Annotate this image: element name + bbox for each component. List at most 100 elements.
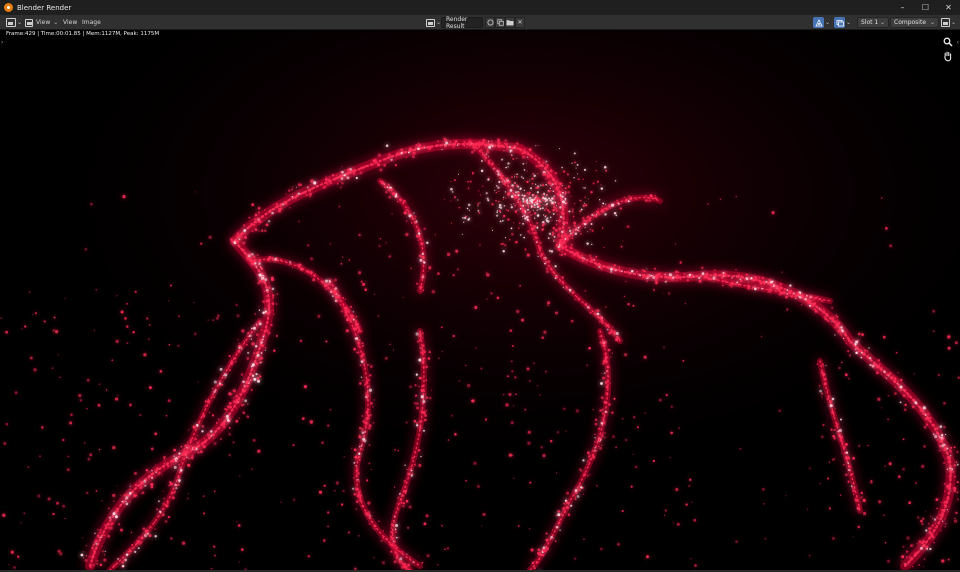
- particle: [246, 357, 250, 360]
- particle: [724, 280, 727, 283]
- particle: [326, 284, 329, 286]
- particle: [950, 455, 952, 457]
- editor-type-dropdown[interactable]: ⌄: [6, 17, 22, 28]
- particle: [753, 287, 757, 291]
- particle: [174, 490, 176, 493]
- particle: [884, 376, 886, 378]
- particle: [918, 564, 920, 566]
- particle: [123, 494, 126, 497]
- particle: [148, 338, 150, 340]
- particle: [588, 455, 590, 458]
- particle: [530, 205, 533, 208]
- particle: [838, 328, 841, 331]
- hand-icon[interactable]: [942, 50, 954, 62]
- render-layer-dropdown[interactable]: Composite ⌄: [890, 17, 939, 28]
- particle: [420, 290, 422, 293]
- particle: [947, 484, 951, 488]
- particle: [598, 438, 601, 442]
- image-name-field[interactable]: Render Result: [441, 16, 483, 30]
- particle: [367, 165, 369, 167]
- particle: [583, 168, 587, 171]
- particle: [596, 309, 600, 313]
- particle: [831, 316, 835, 319]
- particle: [527, 191, 529, 193]
- particle: [524, 217, 527, 220]
- particle: [182, 463, 184, 465]
- particle: [909, 559, 912, 561]
- particle: [258, 273, 262, 277]
- particle: [385, 241, 387, 244]
- particle: [402, 296, 404, 298]
- particle: [471, 399, 474, 403]
- particle: [922, 406, 926, 410]
- sidebar-expand-arrow[interactable]: ‹: [957, 39, 959, 46]
- particle: [413, 473, 415, 475]
- particle: [657, 277, 659, 279]
- particle: [478, 211, 481, 214]
- particle: [842, 463, 845, 466]
- overlay-dropdown[interactable]: ⌄: [834, 17, 851, 28]
- particle: [574, 498, 577, 501]
- view-mode-dropdown[interactable]: View ⌄: [25, 17, 58, 28]
- maximize-button[interactable]: ☐: [914, 0, 937, 15]
- particle: [542, 193, 544, 196]
- duplicate-icon[interactable]: [495, 17, 505, 28]
- display-channels-dropdown[interactable]: ⌄: [813, 17, 830, 28]
- particle: [318, 490, 323, 494]
- particle: [956, 463, 959, 466]
- browse-image-dropdown[interactable]: ⌄: [426, 17, 441, 28]
- particle: [140, 492, 142, 494]
- magnifier-icon[interactable]: [942, 36, 954, 48]
- open-folder-icon[interactable]: [505, 17, 515, 28]
- particle: [257, 321, 260, 324]
- particle: [224, 415, 226, 418]
- particle: [737, 274, 740, 277]
- particle: [906, 536, 910, 540]
- particle: [788, 295, 790, 297]
- particle: [530, 227, 535, 231]
- unlink-image-button[interactable]: ✕: [515, 17, 525, 28]
- particle: [584, 196, 586, 198]
- particle: [572, 291, 575, 294]
- particle: [356, 494, 360, 498]
- particle: [926, 412, 930, 416]
- menu-view[interactable]: View: [63, 17, 77, 28]
- particle: [541, 207, 544, 210]
- particle: [162, 513, 165, 516]
- particle: [425, 379, 428, 381]
- menu-image[interactable]: Image: [82, 17, 101, 28]
- particle: [684, 302, 687, 305]
- particle: [830, 428, 833, 431]
- render-viewport[interactable]: Frame:429 | Time:00:01.85 | Mem:1127M, P…: [0, 31, 960, 570]
- close-window-button[interactable]: ✕: [937, 0, 960, 15]
- particle: [504, 180, 506, 183]
- minimize-button[interactable]: –: [891, 0, 914, 15]
- particle: [582, 178, 584, 180]
- particle: [485, 192, 488, 195]
- particle: [359, 498, 362, 502]
- particle: [614, 180, 617, 182]
- particle: [249, 370, 251, 372]
- particle: [580, 486, 583, 489]
- particle: [545, 547, 550, 551]
- particle: [526, 367, 530, 371]
- particle: [938, 513, 942, 517]
- render-slot-dropdown[interactable]: Slot 1 ⌄: [857, 17, 889, 28]
- particle: [67, 455, 70, 458]
- particle: [902, 438, 905, 441]
- particle: [503, 205, 506, 207]
- particle: [483, 142, 485, 144]
- particle: [258, 374, 260, 376]
- particle: [853, 494, 855, 496]
- display-channels-button[interactable]: ⌄: [941, 17, 956, 28]
- particle: [630, 269, 634, 273]
- particle: [848, 457, 851, 460]
- particle: [339, 186, 342, 189]
- particle: [589, 458, 592, 461]
- particle: [349, 318, 352, 322]
- fake-user-icon[interactable]: [485, 17, 495, 28]
- particle: [443, 137, 445, 139]
- toolbar-expand-arrow[interactable]: ›: [1, 39, 3, 46]
- particle: [541, 228, 545, 231]
- particle: [150, 476, 154, 480]
